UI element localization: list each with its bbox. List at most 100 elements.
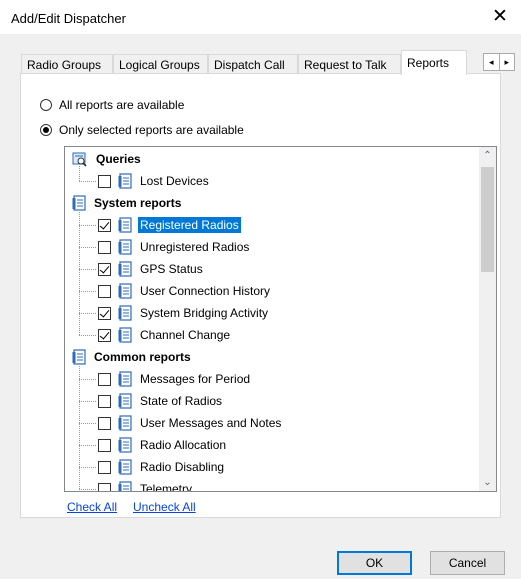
report-icon [118,239,132,255]
tree-item-label: Radio Allocation [140,438,227,452]
tree-item[interactable]: State of Radios [98,390,224,412]
tree-item[interactable]: Radio Disabling [98,456,226,478]
close-icon[interactable]: ✕ [490,5,510,29]
report-checkbox[interactable] [98,218,111,232]
tree-item-label: State of Radios [140,394,223,408]
queries-icon [72,152,87,167]
report-checkbox[interactable] [98,240,111,254]
scroll-up-icon[interactable]: ⌃ [479,147,496,164]
report-checkbox[interactable] [98,394,111,408]
tree-item-label: Registered Radios [138,217,241,233]
tree-item[interactable]: User Connection History [98,280,272,302]
report-icon [118,415,132,431]
tree-connector [79,335,96,336]
radio-all-reports[interactable]: All reports are available [40,97,184,113]
tree-connector [79,401,96,402]
radio-selected-label: Only selected reports are available [59,123,244,137]
report-icon [118,459,132,475]
report-icon [118,217,132,233]
tree-item-label: Messages for Period [140,372,251,386]
report-icon [118,437,132,453]
tree-item-label: Radio Disabling [140,460,225,474]
scroll-thumb[interactable] [481,167,494,272]
tree-item-label: User Messages and Notes [140,416,282,430]
report-checkbox[interactable] [98,174,111,188]
tree-group-common-reports[interactable]: Common reports [72,346,193,368]
report-icon [118,371,132,387]
report-checkbox[interactable] [98,284,111,298]
window-title: Add/Edit Dispatcher [11,11,126,26]
tree-connector [79,247,96,248]
radio-button[interactable] [40,99,52,111]
radio-all-label: All reports are available [59,98,185,112]
report-icon [72,195,86,211]
report-checkbox[interactable] [98,438,111,452]
tree-group-label: Common reports [94,350,191,364]
tree-item[interactable]: Radio Allocation [98,434,228,456]
report-icon [118,393,132,409]
tree-item-label: Telemetry [140,482,193,492]
ok-button[interactable]: OK [337,551,412,575]
scroll-down-icon[interactable]: ⌄ [479,474,496,491]
tree-connector [79,489,96,490]
reports-tree[interactable]: Queries Lost Devices System reports Registe… [64,146,497,492]
tree-item[interactable]: Telemetry [98,478,194,492]
tab-radio-groups[interactable]: Radio Groups [21,54,113,74]
tree-connector [79,225,96,226]
tree-connector [79,445,96,446]
report-checkbox[interactable] [98,416,111,430]
tree-connector [79,423,96,424]
cancel-button[interactable]: Cancel [430,551,505,575]
report-checkbox[interactable] [98,328,111,342]
tab-scroll-left-icon[interactable]: ◂ [484,54,499,70]
title-bar: Add/Edit Dispatcher ✕ [0,0,521,34]
report-icon [118,261,132,277]
tree-item[interactable]: System Bridging Activity [98,302,270,324]
report-icon [72,349,86,365]
tree-connector [79,210,80,335]
report-checkbox[interactable] [98,460,111,474]
tree-group-label: System reports [94,196,182,210]
tree-connector [79,181,96,182]
tree-connector [79,291,96,292]
tree-scrollbar[interactable]: ⌃ ⌄ [479,147,496,491]
report-icon [118,283,132,299]
tab-scroll-buttons: ◂ ▸ [483,53,515,71]
report-icon [118,481,132,491]
tree-item[interactable]: Unregistered Radios [98,236,251,258]
tree-item[interactable]: Lost Devices [98,170,211,192]
report-icon [118,305,132,321]
tree-item-label: System Bridging Activity [140,306,269,320]
tree-item-label: Lost Devices [140,174,209,188]
tree-item[interactable]: Messages for Period [98,368,252,390]
tree-item-label: User Connection History [140,284,271,298]
tree-group-queries[interactable]: Queries [72,148,143,170]
uncheck-all-link[interactable]: Uncheck All [133,500,196,514]
tab-dispatch-call[interactable]: Dispatch Call [208,54,298,74]
tree-item[interactable]: GPS Status [98,258,205,280]
tree-connector [79,269,96,270]
report-icon [118,327,132,343]
tree-item[interactable]: Channel Change [98,324,232,346]
report-checkbox[interactable] [98,482,111,491]
tree-item[interactable]: User Messages and Notes [98,412,283,434]
radio-selected-reports[interactable]: Only selected reports are available [40,122,244,138]
report-checkbox[interactable] [98,306,111,320]
tree-item[interactable]: Registered Radios [98,214,241,236]
tree-connector [79,166,80,181]
tab-reports[interactable]: Reports [401,50,467,75]
tree-group-label: Queries [96,152,141,166]
tree-item-label: Unregistered Radios [140,240,250,254]
report-checkbox[interactable] [98,372,111,386]
tree-group-system-reports[interactable]: System reports [72,192,183,214]
tree-connector [79,313,96,314]
tab-logical-groups[interactable]: Logical Groups [113,54,208,74]
report-checkbox[interactable] [98,262,111,276]
tree-connector [79,467,96,468]
radio-button[interactable] [40,124,52,136]
tab-scroll-right-icon[interactable]: ▸ [498,54,515,70]
report-icon [118,173,132,189]
tree-item-label: Channel Change [140,328,231,342]
tab-request-to-talk[interactable]: Request to Talk [298,54,401,74]
check-all-link[interactable]: Check All [67,500,117,514]
